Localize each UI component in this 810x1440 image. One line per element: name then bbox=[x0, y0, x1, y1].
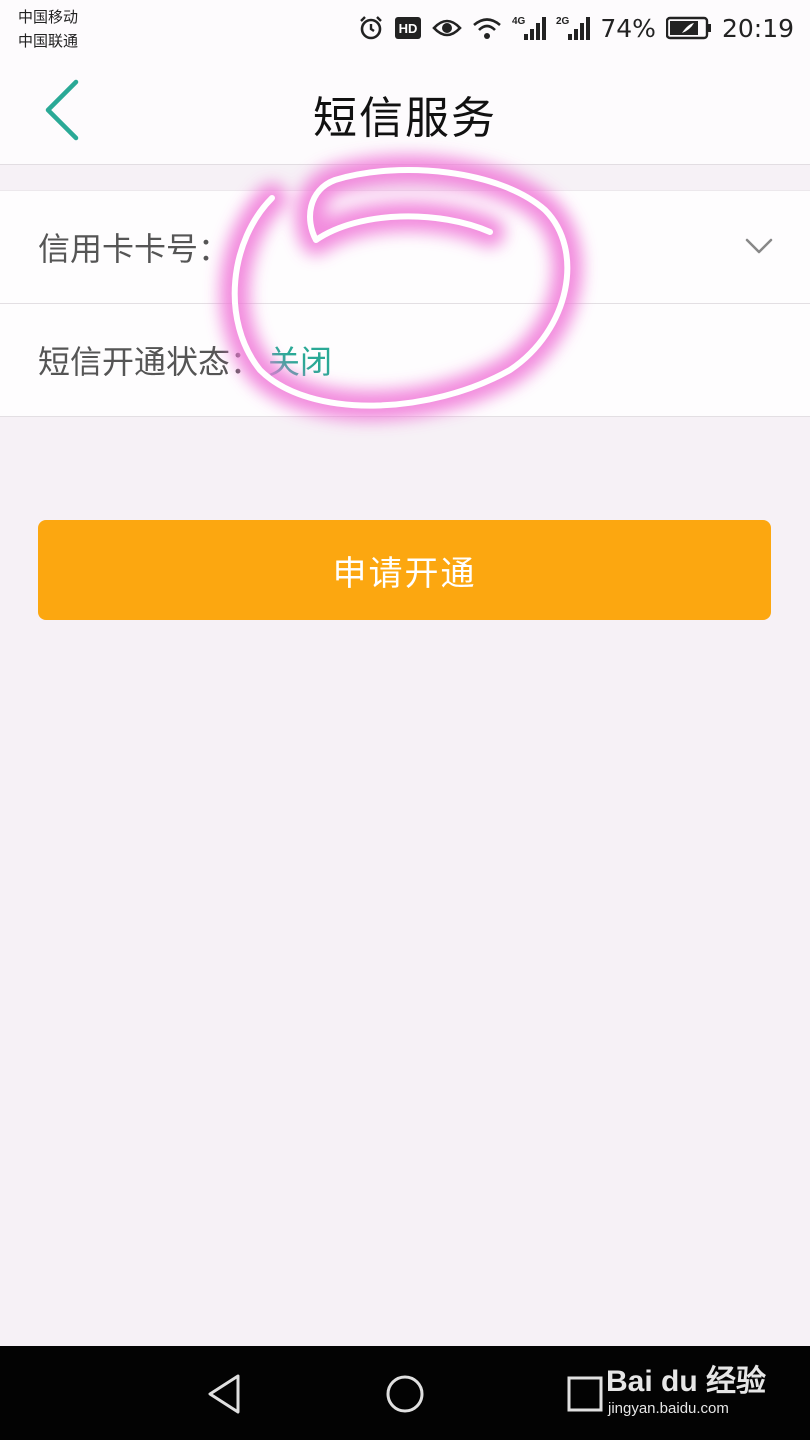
nav-back-icon[interactable] bbox=[200, 1370, 248, 1418]
battery-icon bbox=[665, 16, 712, 40]
watermark-url: jingyan.baidu.com bbox=[607, 1400, 729, 1417]
hd-icon: HD bbox=[394, 16, 422, 40]
carrier-1: 中国移动 bbox=[18, 8, 79, 26]
svg-text:4G: 4G bbox=[512, 16, 526, 27]
battery-percent: 74% bbox=[600, 13, 656, 43]
sms-status-label: 短信开通状态： bbox=[38, 343, 263, 381]
svg-text:2G: 2G bbox=[556, 16, 570, 27]
baidu-watermark: Bai du 经验 jingyan.baidu.com bbox=[606, 1356, 766, 1417]
clock: 20:19 bbox=[721, 13, 794, 43]
wifi-icon bbox=[472, 16, 502, 40]
signal-icon-2g: 2G bbox=[556, 14, 591, 42]
carrier-2: 中国联通 bbox=[18, 32, 79, 50]
sms-form: 信用卡卡号： 短信开通状态： 关闭 bbox=[0, 190, 810, 417]
nav-recents-icon[interactable] bbox=[561, 1370, 609, 1418]
sms-status-row: 短信开通状态： 关闭 bbox=[0, 304, 810, 417]
watermark-logo: Bai du 经验 bbox=[605, 1365, 766, 1398]
sms-status-value: 关闭 bbox=[268, 343, 333, 381]
status-icons: HD 4G 2G 74% 20:19 bbox=[358, 10, 794, 46]
status-bar: 中国移动 中国联通 HD 4G 2G 74% 20:19 bbox=[0, 0, 810, 56]
chevron-down-icon[interactable] bbox=[744, 231, 774, 261]
alarm-icon bbox=[358, 15, 384, 41]
nav-home-icon[interactable] bbox=[381, 1370, 429, 1418]
header: 短信服务 bbox=[0, 56, 810, 165]
page-title: 短信服务 bbox=[313, 93, 497, 144]
signal-icon-4g: 4G bbox=[512, 14, 547, 42]
svg-text:HD: HD bbox=[399, 21, 418, 36]
eye-icon bbox=[432, 16, 463, 40]
system-nav-bar: Bai du 经验 jingyan.baidu.com bbox=[0, 1346, 810, 1440]
card-number-row[interactable]: 信用卡卡号： bbox=[0, 191, 810, 304]
carrier-names: 中国移动 中国联通 bbox=[18, 5, 78, 53]
apply-button[interactable]: 申请开通 bbox=[38, 520, 771, 620]
card-number-label: 信用卡卡号： bbox=[38, 230, 231, 268]
